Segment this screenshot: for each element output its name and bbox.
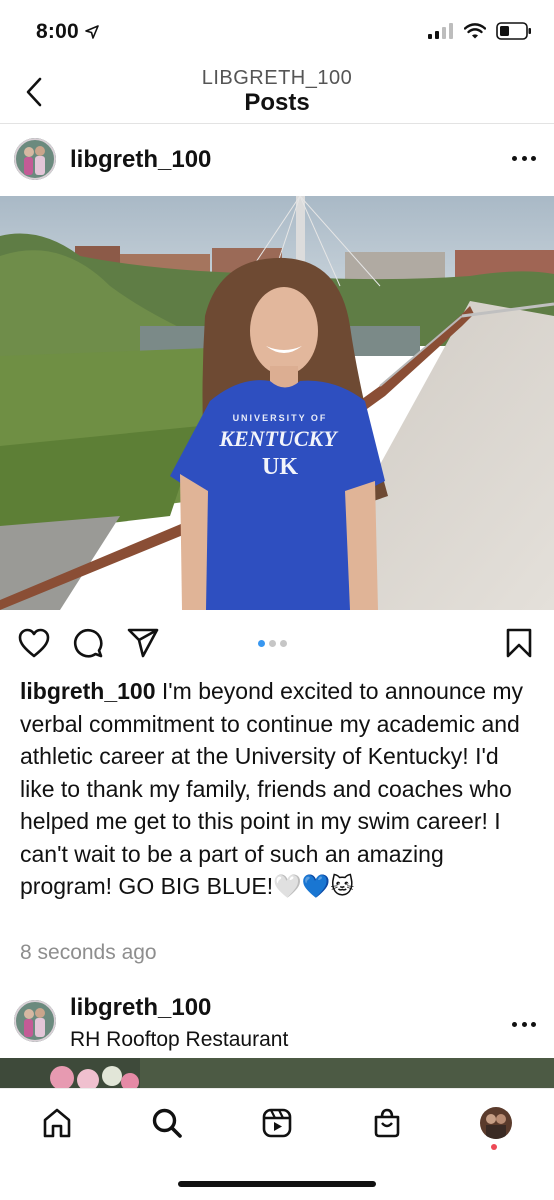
more-dot-icon — [521, 1021, 527, 1027]
location-arrow-icon — [85, 25, 99, 39]
more-dot-icon — [531, 155, 536, 161]
shirt-text-kentucky: KENTUCKY — [218, 426, 339, 451]
post2-image[interactable] — [0, 1058, 554, 1088]
home-indicator — [178, 1181, 376, 1187]
post-action-bar — [0, 614, 554, 670]
post2-username[interactable]: libgreth_100 — [70, 994, 211, 1022]
battery-icon — [496, 22, 531, 40]
status-bar: 8:00 — [0, 0, 554, 64]
caption-text: I'm beyond excited to announce my verbal… — [20, 678, 523, 899]
comment-button[interactable] — [71, 626, 105, 660]
post-timestamp: 8 seconds ago — [20, 941, 157, 964]
like-button[interactable] — [17, 626, 51, 660]
more-options-button[interactable] — [512, 152, 536, 164]
share-button[interactable] — [126, 626, 160, 660]
tab-shop[interactable] — [369, 1105, 405, 1141]
avatar[interactable] — [14, 138, 56, 180]
post-header: libgreth_100 — [0, 124, 554, 196]
shirt-logo-uk: UK — [262, 454, 298, 480]
signal-icon — [428, 23, 453, 39]
more-dot-icon — [521, 155, 527, 161]
carousel-dot — [269, 640, 276, 647]
home-icon — [43, 1108, 71, 1138]
bottom-tab-bar — [0, 1088, 554, 1160]
carousel-indicator — [258, 640, 287, 647]
shop-icon — [374, 1108, 400, 1138]
clock-text: 8:00 — [36, 20, 79, 43]
tab-home[interactable] — [39, 1105, 75, 1141]
post-caption: libgreth_100 I'm beyond excited to annou… — [20, 675, 536, 903]
reels-icon — [262, 1108, 292, 1138]
more-dot-icon — [531, 1021, 536, 1027]
heart-icon — [18, 628, 50, 658]
tab-reels[interactable] — [259, 1105, 295, 1141]
shirt-text-university: UNIVERSITY OF — [233, 413, 328, 423]
wifi-icon — [464, 23, 486, 39]
more-dot-icon — [512, 1021, 517, 1027]
avatar[interactable] — [14, 1000, 56, 1042]
nav-titles: LIBGRETH_100 Posts — [0, 66, 554, 116]
send-icon — [127, 628, 159, 658]
carousel-dot — [280, 640, 287, 647]
carousel-dot-active — [258, 640, 265, 647]
search-icon — [152, 1108, 182, 1138]
save-button[interactable] — [502, 626, 536, 660]
tab-search[interactable] — [149, 1105, 185, 1141]
comment-icon — [73, 628, 103, 658]
post2-header: libgreth_100 RH Rooftop Restaurant — [0, 990, 554, 1056]
post-username[interactable]: libgreth_100 — [70, 146, 211, 174]
post-image[interactable]: UNIVERSITY OF KENTUCKY UK — [0, 196, 554, 610]
post2-location[interactable]: RH Rooftop Restaurant — [70, 1028, 288, 1052]
caption-username[interactable]: libgreth_100 — [20, 678, 156, 704]
notification-dot — [491, 1144, 497, 1150]
bookmark-icon — [506, 628, 532, 658]
nav-header: LIBGRETH_100 Posts — [0, 64, 554, 124]
nav-subtitle: LIBGRETH_100 — [201, 67, 353, 89]
status-time: 8:00 — [36, 20, 99, 44]
profile-avatar — [480, 1107, 512, 1139]
page-title: Posts — [244, 89, 310, 116]
more-options-button[interactable] — [512, 1018, 536, 1030]
more-dot-icon — [512, 155, 517, 161]
tab-profile[interactable] — [478, 1105, 514, 1141]
status-icons — [428, 22, 532, 40]
